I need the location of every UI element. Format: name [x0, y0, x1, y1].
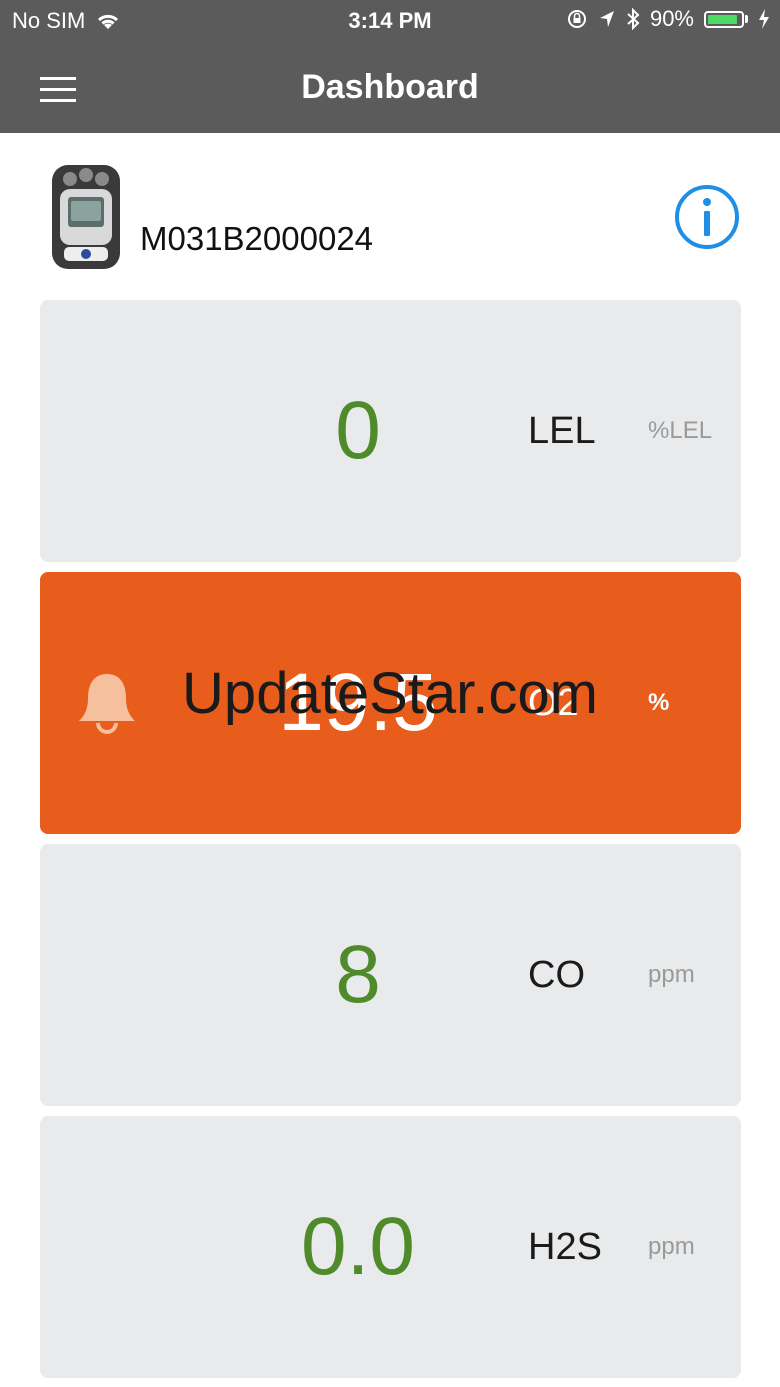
bluetooth-icon — [627, 8, 640, 30]
orientation-lock-icon — [567, 10, 586, 28]
gas-name: CO — [528, 953, 585, 996]
nav-bar: Dashboard — [0, 44, 780, 133]
device-serial-number: M031B2000024 — [140, 220, 374, 257]
info-icon[interactable] — [674, 184, 740, 250]
gas-detector-device-image — [52, 165, 120, 269]
gas-unit: % — [648, 689, 670, 716]
battery-percent: 90% — [649, 6, 694, 31]
reading-card-co[interactable]: 8 CO ppm — [40, 844, 741, 1106]
gas-unit: %LEL — [648, 417, 713, 444]
reading-card-o2[interactable]: 19.5 O2 % — [40, 572, 741, 834]
reading-value: 19.5 — [278, 657, 438, 748]
battery-icon — [704, 10, 748, 28]
gas-name: H2S — [528, 1225, 602, 1268]
gas-name: LEL — [528, 409, 596, 452]
reading-card-h2s[interactable]: 0.0 H2S ppm — [40, 1116, 741, 1378]
gas-unit: ppm — [648, 961, 695, 988]
status-bar: No SIM 3:14 PM 90% — [0, 0, 780, 44]
page-title: Dashboard — [301, 68, 479, 106]
reading-card-lel[interactable]: 0 LEL %LEL — [40, 300, 741, 562]
gas-unit: ppm — [648, 1233, 695, 1260]
gas-name: O2 — [528, 681, 579, 724]
charging-bolt-icon — [759, 9, 769, 29]
location-arrow-icon — [599, 11, 614, 27]
